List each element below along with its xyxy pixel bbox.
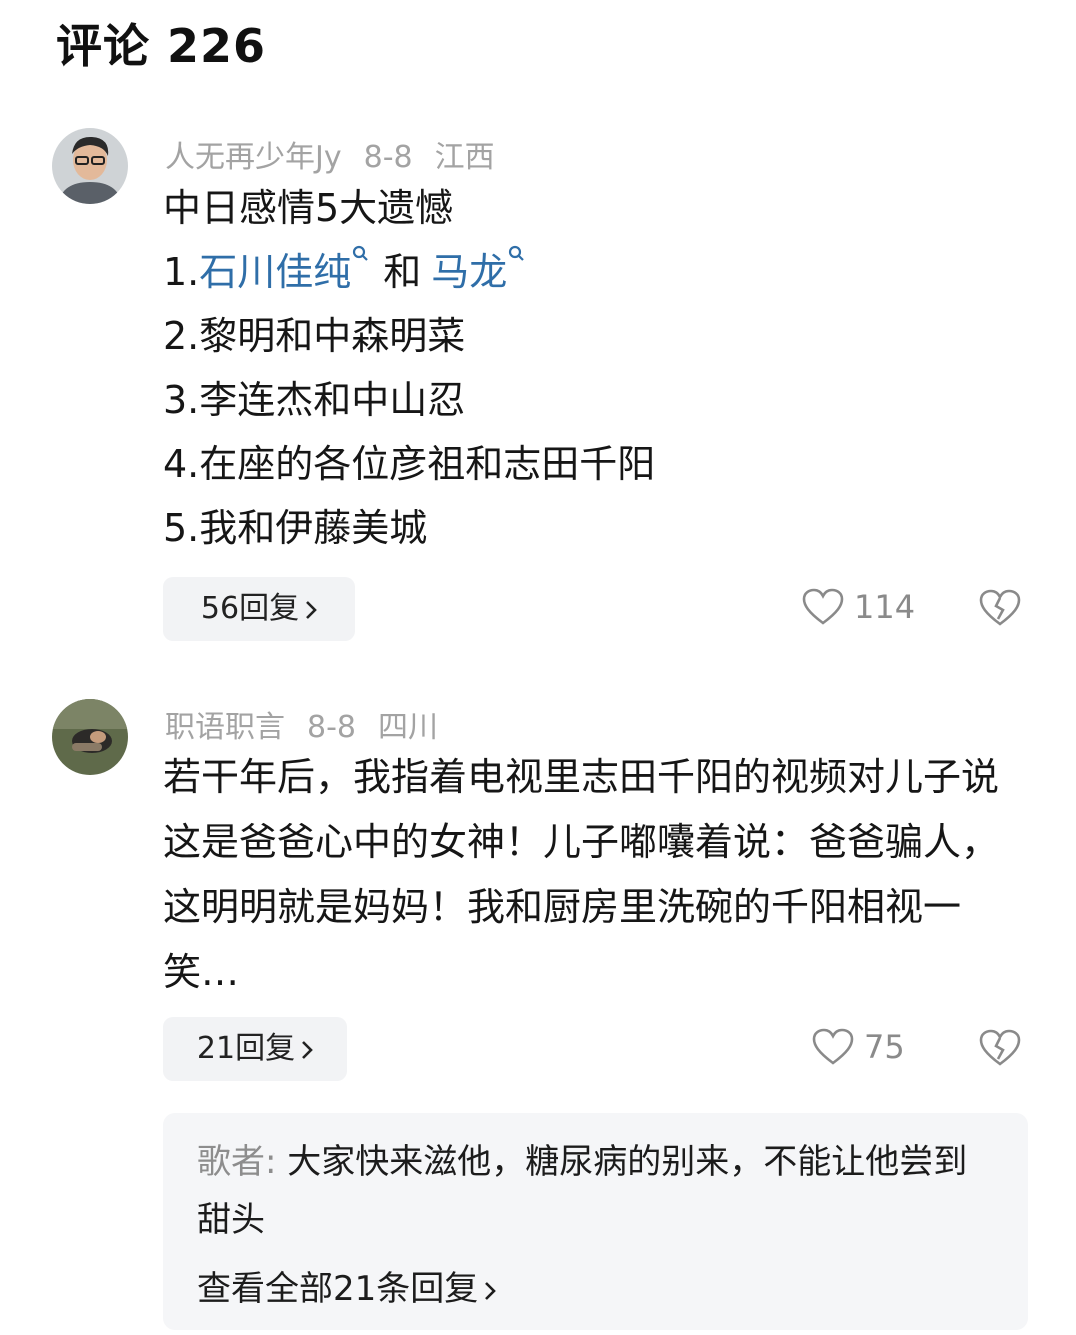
- comment-2-date: 8-8: [307, 710, 356, 745]
- comment-1-line-5: 5.我和伊藤美城: [163, 506, 428, 550]
- like-count-1: 114: [854, 588, 916, 626]
- search-link-2[interactable]: 马龙: [431, 250, 507, 294]
- comment-1-text: 中日感情5大遗憾 1.石川佳纯和马龙 2.黎明和中森明菜 3.李连杰和中山忍 4…: [163, 176, 655, 560]
- user-photo-icon: [52, 699, 128, 775]
- comment-2-text: 若干年后，我指着电视里志田千阳的视频对儿子说这是爸爸心中的女神！儿子嘟囔着说：爸…: [163, 755, 1000, 994]
- comment-1-line-3: 3.李连杰和中山忍: [163, 378, 466, 422]
- line-1-mid: 和: [383, 250, 422, 294]
- replies-label-2: 21回复: [196, 1031, 296, 1066]
- comment-1-line-1: 1.石川佳纯和马龙: [163, 240, 655, 304]
- sub-reply-content: 大家快来滋他，糖尿病的别来，不能让他尝到甜头: [197, 1142, 968, 1240]
- like-count-2: 75: [864, 1028, 905, 1066]
- comment-1-date: 8-8: [363, 140, 413, 175]
- comment-1-line-2: 2.黎明和中森明菜: [163, 314, 466, 358]
- comment-1-username[interactable]: 人无再少年Jy: [165, 140, 342, 175]
- comments-title: 评论 226: [56, 19, 267, 73]
- comment-2-meta: 职语职言 8-8 四川: [165, 702, 460, 746]
- user-avatar-2[interactable]: [52, 699, 128, 775]
- heart-icon: [812, 1028, 854, 1065]
- broken-heart-icon[interactable]: [978, 588, 1022, 628]
- user-avatar-1[interactable]: [52, 128, 128, 204]
- user-photo-icon: [52, 128, 128, 204]
- heart-icon: [802, 588, 844, 625]
- sub-reply-author[interactable]: 歌者:: [197, 1142, 276, 1182]
- replies-button-2[interactable]: 21回复: [163, 1017, 347, 1081]
- chevron-right-icon: [485, 1281, 497, 1300]
- comment-1-meta: 人无再少年Jy 8-8 江西: [165, 132, 517, 176]
- chevron-right-icon: [306, 600, 317, 619]
- comment-1-heading: 中日感情5大遗憾: [163, 186, 454, 230]
- sub-reply-text: 歌者: 大家快来滋他，糖尿病的别来，不能让他尝到甜头: [197, 1133, 987, 1249]
- like-button-1[interactable]: 114: [802, 588, 915, 626]
- view-all-label: 查看全部21条回复: [197, 1269, 479, 1309]
- comment-1-location: 江西: [434, 140, 495, 175]
- replies-button-1[interactable]: 56回复: [163, 577, 355, 641]
- replies-label-1: 56回复: [200, 591, 300, 626]
- comment-2-location: 四川: [378, 710, 438, 745]
- line-1-prefix: 1.: [163, 250, 200, 294]
- search-icon[interactable]: [351, 244, 373, 266]
- view-all-replies-link[interactable]: 查看全部21条回复: [197, 1261, 497, 1310]
- sub-reply-box: 歌者: 大家快来滋他，糖尿病的别来，不能让他尝到甜头 查看全部21条回复: [163, 1113, 1028, 1330]
- broken-heart-icon[interactable]: [978, 1028, 1022, 1068]
- search-icon[interactable]: [507, 244, 529, 266]
- like-button-2[interactable]: 75: [812, 1028, 905, 1066]
- comment-1-line-4: 4.在座的各位彦祖和志田千阳: [163, 442, 656, 486]
- chevron-right-icon: [302, 1040, 313, 1059]
- search-link-1[interactable]: 石川佳纯: [199, 250, 351, 294]
- comment-2-username[interactable]: 职语职言: [165, 710, 285, 745]
